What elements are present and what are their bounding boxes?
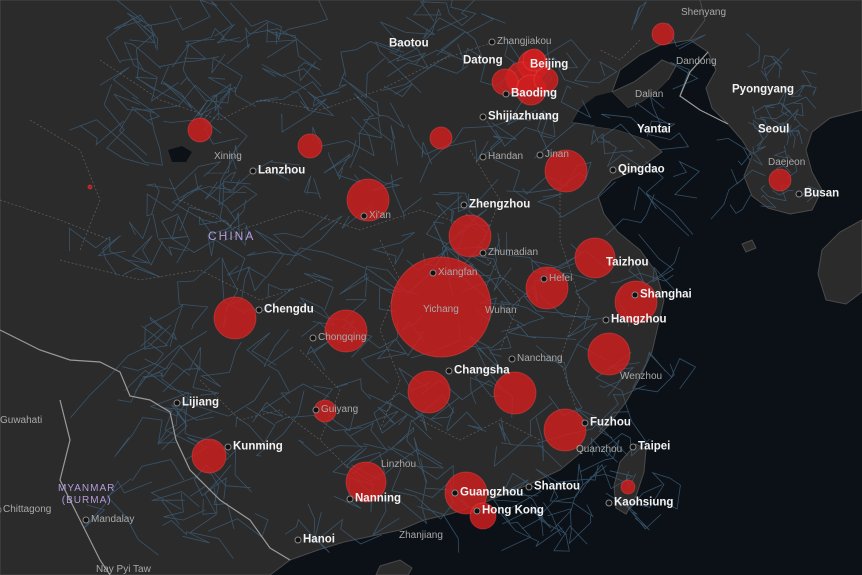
case-marker[interactable]: [187, 117, 213, 143]
city-label-qingdao: Qingdao: [618, 163, 665, 176]
city-label-chengdu: Chengdu: [264, 303, 314, 316]
city-label-yantai: Yantai: [637, 123, 671, 136]
city-label-mandalay: Mandalay: [91, 514, 135, 525]
case-marker[interactable]: [297, 133, 323, 159]
city-label-beijing: Beijing: [530, 58, 569, 71]
city-label-shantou: Shantou: [534, 480, 580, 493]
taipei-dot: [629, 443, 637, 451]
case-marker[interactable]: [651, 22, 675, 46]
city-label-hanoi: Hanoi: [303, 533, 335, 546]
city-label-lijiang: Lijiang: [182, 396, 220, 409]
city-label-guiyang: Guiyang: [321, 404, 359, 415]
zhumadian-dot: [479, 249, 487, 257]
case-marker[interactable]: [768, 168, 792, 192]
country-label-myanmar: MYANMAR (BURMA): [58, 483, 116, 506]
case-marker[interactable]: [587, 332, 631, 376]
lanzhou-dot: [249, 167, 257, 175]
changsha-dot: [445, 367, 453, 375]
city-label-baotou: Baotou: [389, 37, 429, 50]
map-canvas[interactable]: Shenyang Zhangjiakou Baotou Datong Beijing Ba…: [0, 0, 862, 575]
city-label-hangzhou: Hangzhou: [611, 313, 667, 326]
city-label-hefei: Hefei: [549, 273, 573, 284]
zhengzhou-dot: [460, 201, 468, 209]
city-label-datong: Datong: [463, 54, 503, 67]
city-label-fuzhou: Fuzhou: [590, 416, 631, 429]
hanoi-dot: [294, 536, 302, 544]
lijiang-dot: [173, 399, 181, 407]
city-label-pyongyang: Pyongyang: [732, 83, 794, 96]
shanghai-dot: [631, 291, 639, 299]
city-label-quanzhou: Quanzhou: [576, 444, 623, 455]
handan-dot: [479, 153, 487, 161]
hong-kong-dot: [473, 507, 481, 515]
busan-dot: [795, 190, 803, 198]
city-label-kaohsiung: Kaohsiung: [614, 496, 674, 509]
case-marker[interactable]: [429, 126, 453, 150]
city-label-zhumadian: Zhumadian: [488, 247, 539, 258]
case-marker[interactable]: [324, 309, 368, 353]
city-label-zhangjiakou: Zhangjiakou: [497, 36, 552, 47]
city-label-busan: Busan: [804, 187, 840, 200]
shijiazhuang-dot: [479, 113, 487, 121]
hangzhou-dot: [602, 316, 610, 324]
city-label-xian: Xi'an: [369, 210, 391, 221]
city-label-xining: Xining: [214, 151, 242, 162]
city-label-xiangfan: Xiangfan: [438, 267, 478, 278]
nanchang-dot: [508, 355, 516, 363]
case-marker[interactable]: [620, 479, 636, 495]
city-label-baoding: Baoding: [511, 87, 557, 100]
case-marker[interactable]: [191, 438, 227, 474]
city-label-nanning: Nanning: [355, 492, 401, 505]
city-label-zhanjiang: Zhanjiang: [399, 530, 443, 541]
city-label-linzhou: Linzhou: [381, 459, 417, 470]
city-label-kunming: Kunming: [233, 440, 283, 453]
case-marker[interactable]: [407, 370, 451, 414]
case-marker[interactable]: [493, 371, 537, 415]
kunming-dot: [224, 443, 232, 451]
city-label-zhengzhou: Zhengzhou: [469, 198, 531, 211]
baoding-dot: [502, 90, 510, 98]
xiangfan-dot: [429, 269, 437, 277]
city-label-lanzhou: Lanzhou: [258, 164, 306, 177]
city-label-shanghai: Shanghai: [640, 288, 692, 301]
xian-dot: [360, 212, 368, 220]
city-label-taizhou: Taizhou: [606, 256, 649, 269]
hefei-dot: [540, 275, 548, 283]
city-label-daejeon: Daejeon: [768, 157, 806, 168]
city-label-seoul: Seoul: [758, 123, 790, 136]
nanning-dot: [346, 495, 354, 503]
fuzhou-dot: [581, 419, 589, 427]
jinan-dot: [536, 151, 544, 159]
city-label-chongqing: Chongqing: [318, 332, 367, 343]
shantou-dot: [525, 483, 533, 491]
city-label-yichang: Yichang: [423, 304, 459, 315]
city-label-guwahati: Guwahati: [0, 415, 43, 426]
city-label-guangzhou: Guangzhou: [460, 486, 524, 499]
kaohsiung-dot: [605, 499, 613, 507]
city-label-taipei: Taipei: [638, 440, 671, 453]
chengdu-dot: [255, 306, 263, 314]
city-label-changsha: Changsha: [454, 364, 510, 377]
city-label-shijiazhuang: Shijiazhuang: [488, 110, 559, 123]
city-label-jinan: Jinan: [545, 149, 569, 160]
city-label-handan: Handan: [488, 151, 524, 162]
city-label-nay-pyi-taw: Nay Pyi Taw: [96, 564, 151, 575]
qingdao-dot: [609, 166, 617, 174]
guangzhou-dot: [451, 489, 459, 497]
city-label-wuhan: Wuhan: [485, 305, 517, 316]
case-marker[interactable]: [213, 296, 257, 340]
country-label-china: CHINA: [208, 229, 256, 243]
mandalay-dot: [82, 516, 90, 524]
zhangjiakou-dot: [488, 38, 496, 46]
case-marker[interactable]: [87, 184, 93, 190]
city-label-dandong: Dandong: [676, 56, 717, 67]
city-label-wenzhou: Wenzhou: [620, 371, 663, 382]
guiyang-dot: [312, 406, 320, 414]
city-label-shenyang: Shenyang: [681, 7, 727, 18]
city-label-nanchang: Nanchang: [517, 353, 563, 364]
chongqing-dot: [309, 334, 317, 342]
city-label-hong-kong: Hong Kong: [482, 504, 544, 517]
city-label-dalian: Dalian: [635, 89, 664, 100]
city-label-chittagong: Chittagong: [3, 504, 52, 515]
